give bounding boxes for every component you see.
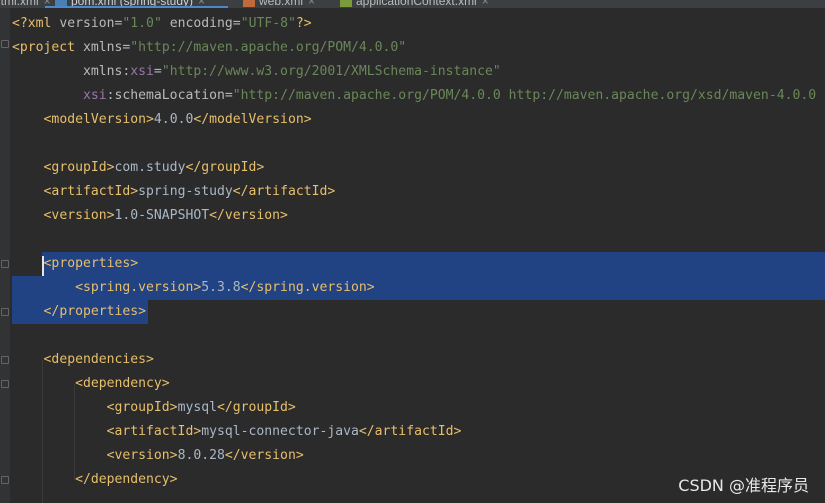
- xml-file-icon: [243, 0, 255, 7]
- code-line-group-id: <groupId>com.study</groupId>: [43, 160, 265, 175]
- fold-marker-icon[interactable]: [1, 40, 9, 48]
- code-line-artifact-id: <artifactId>spring-study</artifactId>: [43, 184, 336, 199]
- selection-highlight: [42, 252, 825, 276]
- close-icon[interactable]: ×: [308, 0, 315, 8]
- code-line-xmlns-xsi: xmlns:xsi="http://www.w3.org/2001/XMLSch…: [82, 64, 501, 79]
- tab-label: applicationContext.xml: [356, 0, 477, 8]
- code-line-version: <version>1.0-SNAPSHOT</version>: [43, 208, 288, 223]
- code-line-dependencies-open: <dependencies>: [43, 352, 154, 367]
- code-line-properties-close: </properties>: [43, 304, 147, 319]
- close-icon[interactable]: ×: [482, 0, 489, 8]
- code-line-project-open: <project xmlns="http://maven.apache.org/…: [12, 40, 407, 55]
- code-line-spring-version: <spring.version>5.3.8</spring.version>: [75, 280, 375, 295]
- spring-file-icon: [340, 0, 352, 7]
- fold-marker-icon[interactable]: [1, 476, 9, 484]
- tab-web-xml[interactable]: web.xml ×: [243, 0, 315, 8]
- code-line-dependency-open: <dependency>: [75, 376, 170, 391]
- code-line-model-version: <modelVersion>4.0.0</modelVersion>: [43, 112, 312, 127]
- fold-marker-icon[interactable]: [1, 380, 9, 388]
- tab-label: web.xml: [259, 0, 304, 8]
- tab-application-context-xml[interactable]: applicationContext.xml ×: [340, 0, 489, 8]
- tab-html-xml[interactable]: html.xml×: [0, 0, 51, 8]
- fold-marker-icon[interactable]: [1, 308, 9, 316]
- editor-tab-bar: html.xml× pom.xml (spring-study)× web.xm…: [0, 0, 825, 8]
- code-line-dependency-close: </dependency>: [75, 472, 178, 487]
- code-line-dependency-artifact-id: <artifactId>mysql-connector-java</artifa…: [106, 424, 462, 439]
- tab-label: html.xml: [0, 0, 39, 8]
- fold-marker-icon[interactable]: [1, 356, 9, 364]
- code-editor[interactable]: <?xml version="1.0" encoding="UTF-8"?> <…: [0, 8, 825, 503]
- text-caret: [42, 256, 44, 276]
- code-line-xml-declaration: <?xml version="1.0" encoding="UTF-8"?>: [12, 16, 312, 31]
- code-line-schema-location: xsi:schemaLocation="http://maven.apache.…: [82, 88, 817, 103]
- code-line-dependency-version: <version>8.0.28</version>: [106, 448, 304, 463]
- fold-marker-icon[interactable]: [1, 260, 9, 268]
- code-line-dependency-group-id: <groupId>mysql</groupId>: [106, 400, 296, 415]
- watermark: CSDN @准程序员: [678, 476, 809, 495]
- code-line-properties-open: <properties>: [43, 256, 139, 271]
